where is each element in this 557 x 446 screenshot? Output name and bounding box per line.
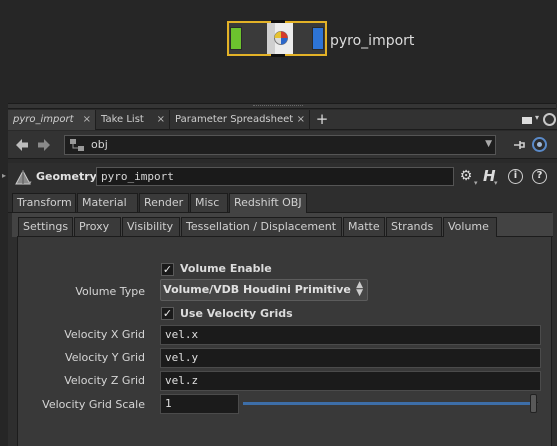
geometry-node-icon xyxy=(274,31,288,45)
pane-tab-label: Take List xyxy=(101,114,144,125)
pane-tab-label: pyro_import xyxy=(13,114,74,125)
velocity-y-grid-label: Velocity Y Grid xyxy=(65,351,145,364)
network-path-icon xyxy=(70,139,84,151)
path-field[interactable]: obj ▼ xyxy=(64,135,496,155)
volume-type-menu[interactable]: Volume/VDB Houdini Primitive ▲ ▼ xyxy=(160,279,368,301)
velocity-x-grid-label: Velocity X Grid xyxy=(64,328,145,341)
velocity-grid-scale-field[interactable]: 1 xyxy=(160,394,239,414)
velocity-z-grid-field[interactable]: vel.z xyxy=(160,371,541,391)
tab-misc[interactable]: Misc xyxy=(190,193,228,213)
pane-tab-bar: pyro_import × Take List × Parameter Spre… xyxy=(8,110,557,130)
tab-visibility[interactable]: Visibility xyxy=(122,217,180,237)
node-type-label: Geometry xyxy=(36,170,97,183)
tab-tessellation-displacement[interactable]: Tessellation / Displacement xyxy=(181,217,342,237)
volume-type-value: Volume/VDB Houdini Primitive xyxy=(163,283,351,296)
chevron-down-icon[interactable]: ▾ xyxy=(474,179,478,187)
link-icon[interactable] xyxy=(532,137,547,152)
tab-volume[interactable]: Volume xyxy=(443,217,497,237)
chevron-down-icon[interactable]: ▾ xyxy=(535,113,539,122)
plus-icon[interactable]: + xyxy=(314,110,330,130)
gear-icon[interactable]: ⚙ xyxy=(457,168,475,184)
tab-material[interactable]: Material xyxy=(77,193,138,213)
pane-tab-take-list[interactable]: Take List × xyxy=(96,110,170,130)
back-arrow-icon[interactable] xyxy=(14,137,30,153)
volume-enable-checkbox[interactable]: ✓ xyxy=(161,263,174,276)
tab-matte[interactable]: Matte xyxy=(343,217,385,237)
spinner-arrows-icon: ▲ ▼ xyxy=(356,280,363,298)
left-gutter xyxy=(0,103,8,446)
tab-redshift-obj[interactable]: Redshift OBJ xyxy=(229,193,307,213)
chevron-right-icon[interactable]: ▸ xyxy=(2,171,6,180)
pane-tab-pyro-import[interactable]: pyro_import × xyxy=(8,110,96,130)
parameter-header: ▸ ▾ Geometry pyro_import ⚙ ▾ H ▾ i ? xyxy=(2,163,557,191)
pane-menu-icon[interactable] xyxy=(543,113,556,126)
tab-transform[interactable]: Transform xyxy=(12,193,76,213)
volume-type-label: Volume Type xyxy=(75,285,145,298)
close-icon[interactable]: × xyxy=(297,110,305,130)
node-output-connector[interactable] xyxy=(271,54,285,57)
info-icon[interactable]: i xyxy=(508,169,523,184)
use-velocity-grids-label: Use Velocity Grids xyxy=(180,307,293,320)
tab-settings[interactable]: Settings xyxy=(18,217,73,237)
chevron-down-icon[interactable]: ▼ xyxy=(485,139,492,149)
pin-icon[interactable] xyxy=(511,137,527,153)
close-icon[interactable]: × xyxy=(83,110,91,130)
node-render-flag[interactable] xyxy=(312,27,324,50)
geometry-node[interactable] xyxy=(227,20,327,57)
pane-splitter[interactable] xyxy=(8,103,556,109)
pane-layout-icon[interactable] xyxy=(522,117,532,124)
velocity-grid-scale-slider-handle[interactable] xyxy=(530,394,537,413)
forward-arrow-icon[interactable] xyxy=(36,137,52,153)
node-input-connector[interactable] xyxy=(271,20,285,23)
tab-proxy[interactable]: Proxy xyxy=(74,217,121,237)
path-value: obj xyxy=(91,138,108,151)
chevron-down-icon[interactable]: ▾ xyxy=(494,179,498,187)
velocity-y-grid-field[interactable]: vel.y xyxy=(160,348,541,368)
tab-render[interactable]: Render xyxy=(139,193,189,213)
chevron-down-icon[interactable]: ▾ xyxy=(28,179,32,187)
volume-enable-label: Volume Enable xyxy=(180,262,272,275)
velocity-grid-scale-label: Velocity Grid Scale xyxy=(42,398,145,411)
pane-tab-parameter-spreadsheet[interactable]: Parameter Spreadsheet × xyxy=(170,110,310,130)
close-icon[interactable]: × xyxy=(157,110,165,130)
velocity-grid-scale-slider-fill xyxy=(243,402,534,405)
use-velocity-grids-checkbox[interactable]: ✓ xyxy=(161,307,174,320)
node-label: pyro_import xyxy=(330,33,415,49)
pane-tab-label: Parameter Spreadsheet xyxy=(175,114,294,125)
node-display-flag[interactable] xyxy=(230,27,242,50)
help-icon[interactable]: ? xyxy=(532,169,547,184)
velocity-x-grid-field[interactable]: vel.x xyxy=(160,325,541,345)
tab-strands[interactable]: Strands xyxy=(386,217,442,237)
velocity-z-grid-label: Velocity Z Grid xyxy=(64,374,145,387)
path-bar: obj ▼ xyxy=(8,131,557,159)
node-name-field[interactable]: pyro_import xyxy=(96,167,454,186)
